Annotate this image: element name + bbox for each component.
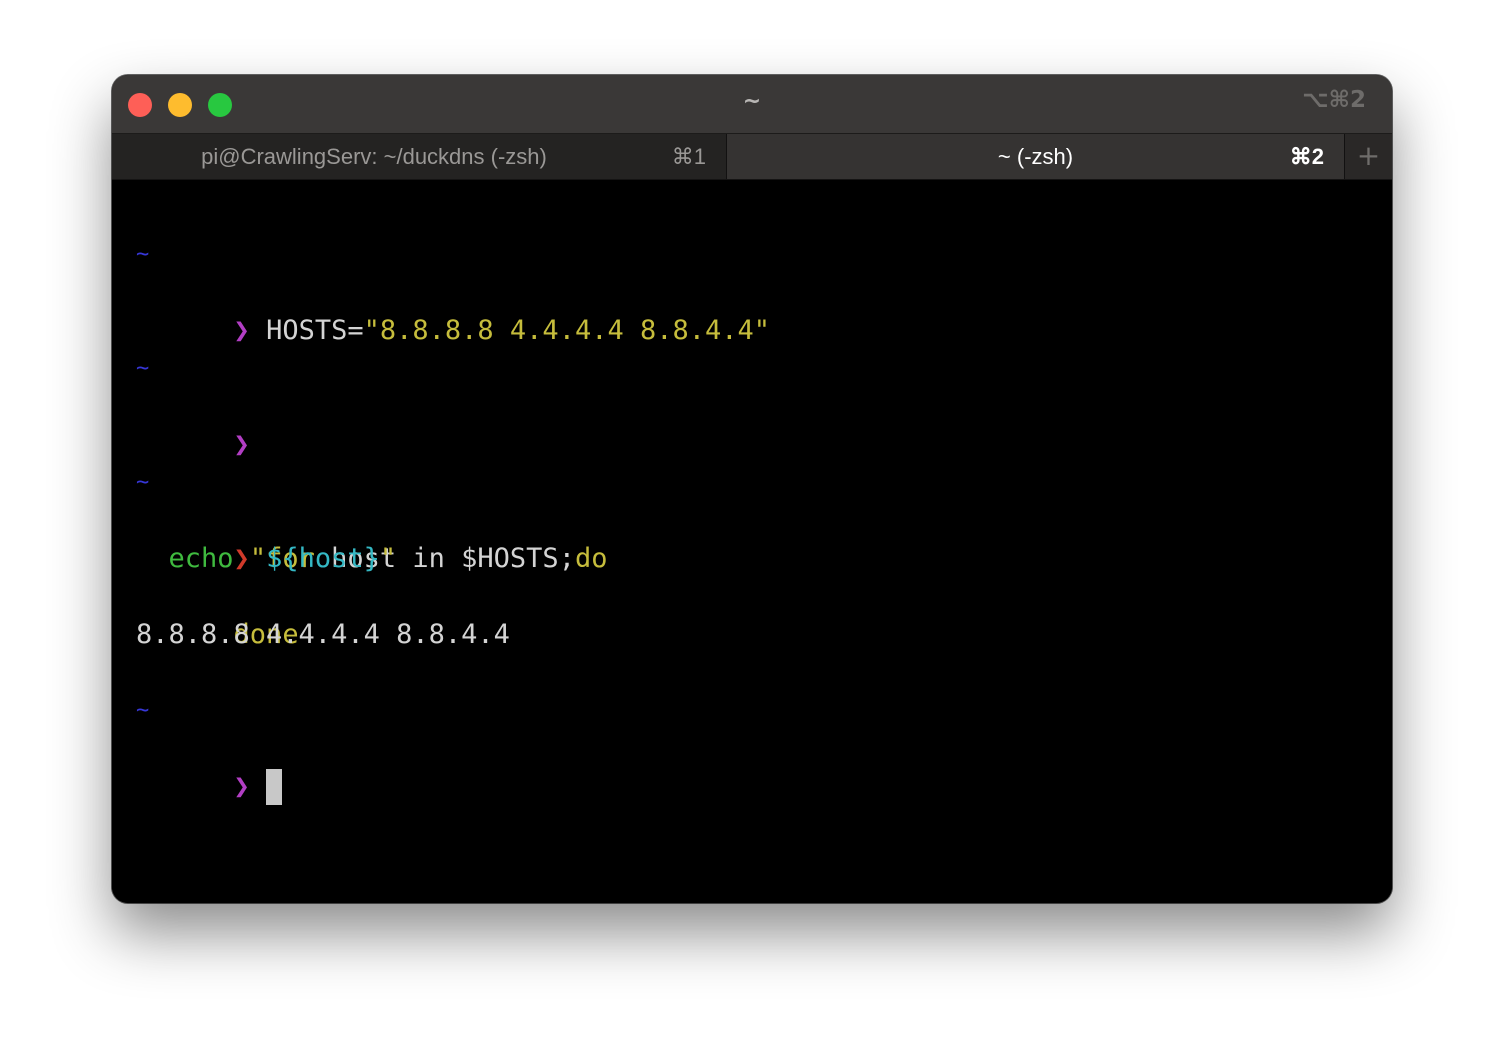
- tab-home[interactable]: ~ (-zsh) ⌘2: [727, 134, 1344, 179]
- terminal-window: ~ ⌥⌘2 pi@CrawlingServ: ~/duckdns (-zsh) …: [112, 75, 1392, 903]
- command-line: echo "${host}": [136, 540, 397, 578]
- keyword-do: do: [574, 543, 608, 574]
- prompt-directory: ~: [136, 242, 150, 267]
- command-string: "8.8.8.8 4.4.4.4 8.8.4.4": [363, 315, 771, 346]
- command-output: 8.8.8.8 4.4.4.4 8.8.4.4: [136, 619, 510, 650]
- command-line: ❯ for host in $HOSTS;do: [136, 502, 608, 574]
- tab-duckdns[interactable]: pi@CrawlingServ: ~/duckdns (-zsh) ⌘1: [112, 134, 727, 179]
- command-line[interactable]: ❯: [136, 730, 283, 805]
- variable-expansion: ${host}: [266, 543, 380, 574]
- command-variable: HOSTS=: [266, 315, 364, 346]
- title-bar[interactable]: ~ ⌥⌘2: [112, 75, 1392, 134]
- prompt-arrow: ❯: [233, 771, 250, 802]
- terminal-output[interactable]: ~ ❯ HOSTS="8.8.8.8 4.4.4.4 8.8.4.4" ~ ❯ …: [112, 180, 1392, 903]
- tab-label: ~ (-zsh): [997, 144, 1074, 169]
- window-shortcut: ⌥⌘2: [1302, 87, 1366, 113]
- new-tab-button[interactable]: +: [1344, 134, 1392, 179]
- window-title: ~: [742, 89, 762, 114]
- tab-shortcut: ⌘2: [1289, 144, 1324, 169]
- prompt-directory: ~: [136, 356, 150, 381]
- command-line: ❯ HOSTS="8.8.8.8 4.4.4.4 8.8.4.4": [136, 274, 770, 346]
- prompt-arrow: ❯: [233, 429, 250, 460]
- tab-shortcut: ⌘1: [671, 144, 706, 169]
- prompt-directory: ~: [136, 698, 150, 723]
- command-line: done: [136, 578, 299, 650]
- string-quote: ": [379, 543, 397, 574]
- builtin-echo: echo: [168, 543, 234, 574]
- string-quote: ": [249, 543, 267, 574]
- prompt-directory: ~: [136, 470, 150, 495]
- tab-bar: pi@CrawlingServ: ~/duckdns (-zsh) ⌘1 ~ (…: [112, 134, 1392, 180]
- command-line: ❯: [136, 388, 250, 460]
- text-cursor: [266, 769, 283, 805]
- prompt-arrow: ❯: [233, 315, 250, 346]
- tab-label: pi@CrawlingServ: ~/duckdns (-zsh): [201, 144, 547, 169]
